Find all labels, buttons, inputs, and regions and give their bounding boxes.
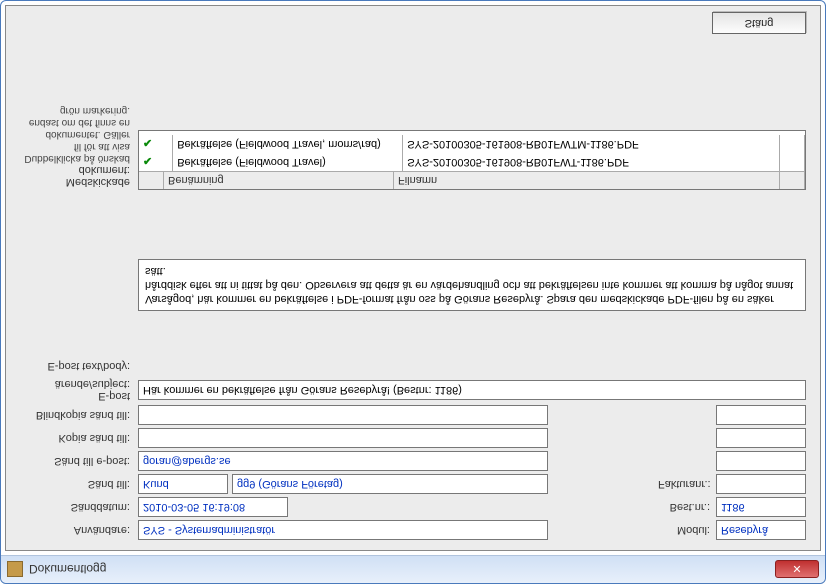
field-extra-2 (716, 428, 806, 448)
field-fakturanr (716, 474, 806, 494)
attachments-header: Benämning Filnamn (139, 171, 805, 189)
titlebar[interactable]: Dokumentlogg ✕ (1, 555, 825, 583)
table-row[interactable]: ✔ Bekräftelse (Fieldwood Travel) SYS-201… (139, 153, 805, 171)
label-bestnr: Best.nr.: (658, 501, 716, 513)
field-body: Varsågod, här kommer en bekräftelse i PD… (138, 259, 806, 311)
check-icon: ✔ (143, 156, 152, 169)
label-sanddatum: Sänddatum: (20, 501, 138, 513)
field-sandtill-epost: goran@abergs.se (138, 451, 548, 471)
field-sandtill-name: gg9 (Görans Företag) (232, 474, 548, 494)
attachments-help: Dubbelklicka på önskad fil för att visa … (20, 104, 138, 164)
col-header-file: Filnamn (394, 171, 780, 189)
field-kopia (138, 428, 548, 448)
label-body: E-post text/body: (20, 195, 138, 375)
label-sandtill: Sänd till: (20, 478, 138, 490)
label-anvandare: Användare: (20, 524, 138, 536)
field-blindkopia (138, 405, 548, 425)
check-icon: ✔ (143, 138, 152, 151)
window-title: Dokumentlogg (29, 563, 106, 577)
field-anvandare: SYS - Systemadministratör (138, 520, 548, 540)
field-extra-1 (716, 451, 806, 471)
field-modul: Resebyrå (716, 520, 806, 540)
label-fakturanr: Fakturanr.: (658, 478, 716, 490)
field-extra-3 (716, 405, 806, 425)
content-panel: Användare: SYS - Systemadministratör Mod… (5, 5, 821, 551)
attachments-table[interactable]: Benämning Filnamn ✔ Bekräftelse (Fieldwo… (138, 130, 806, 190)
app-icon (7, 562, 23, 578)
label-subject: E-post ärende/subject: (20, 378, 138, 402)
label-blindkopia: Blindkopia sänd till: (20, 409, 138, 421)
window-close-button[interactable]: ✕ (775, 561, 819, 579)
label-medskickade: Medskickade dokument: (20, 164, 138, 190)
table-row[interactable]: ✔ Bekräftelse (Fieldwood Travel, moms/ra… (139, 135, 805, 153)
field-sanddatum: 2010-03-05 16:19:08 (138, 497, 288, 517)
dokumentlogg-window: Dokumentlogg ✕ Användare: SYS - Systemad… (0, 0, 826, 584)
col-header-name: Benämning (164, 171, 394, 189)
label-kopia: Kopia sänd till: (20, 432, 138, 444)
field-sandtill-type: Kund (138, 474, 228, 494)
label-sandtill-epost: Sänd till e-post: (20, 455, 138, 467)
label-modul: Modul: (658, 524, 716, 536)
field-bestnr: 1186 (716, 497, 806, 517)
field-subject: Här kommer en bekräftelse från Görans Re… (138, 380, 806, 400)
close-button[interactable]: Stäng (712, 12, 806, 34)
